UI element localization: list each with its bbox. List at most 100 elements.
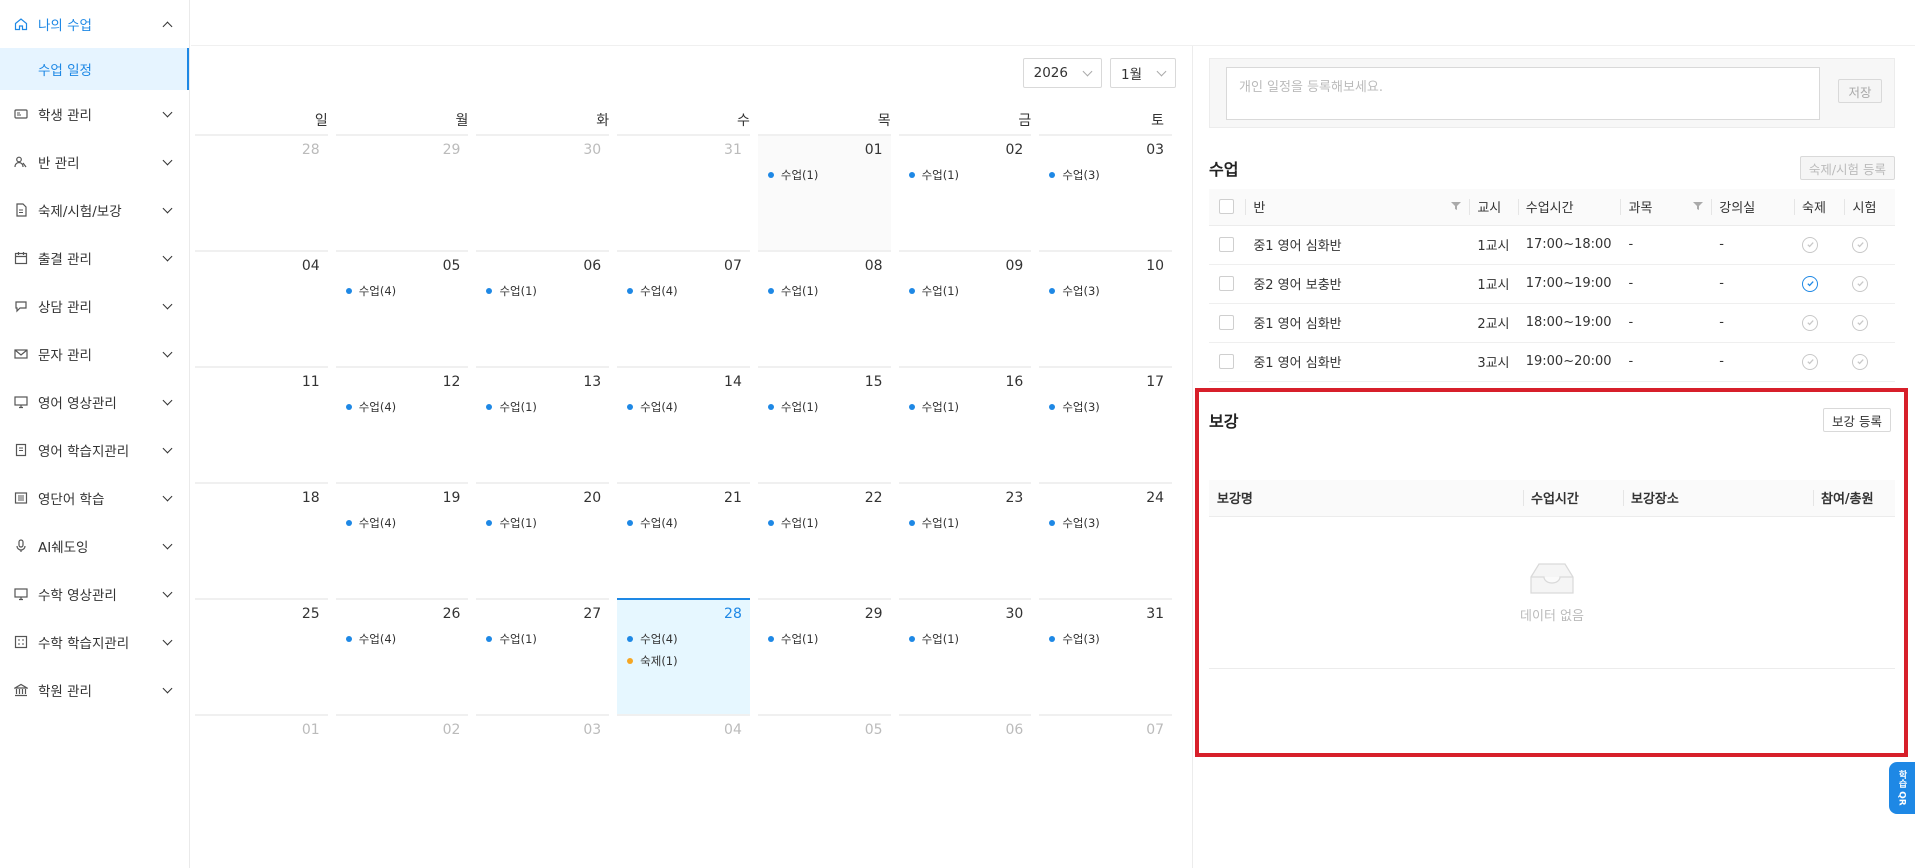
- calendar-day[interactable]: 07 수업(4): [617, 250, 750, 366]
- check-circle-icon[interactable]: [1852, 236, 1869, 253]
- sidebar-subitem-schedule[interactable]: 수업 일정: [0, 48, 189, 90]
- calendar-day[interactable]: 03: [476, 714, 610, 830]
- table-row[interactable]: 중2 영어 보충반 1교시 17:00~19:00- -: [1209, 264, 1895, 304]
- checkbox-cell[interactable]: [1209, 342, 1246, 382]
- memo-input[interactable]: 개인 일정을 등록해보세요.: [1226, 67, 1820, 120]
- sidebar-item-3[interactable]: 숙제/시험/보강: [0, 186, 189, 234]
- calendar-day[interactable]: 19 수업(4): [335, 482, 469, 598]
- cell-test[interactable]: [1844, 225, 1895, 265]
- calendar-day[interactable]: 24 수업(3): [1039, 482, 1173, 598]
- floating-qr-button[interactable]: 학습 QR: [1889, 762, 1915, 814]
- calendar-day[interactable]: 14 수업(4): [617, 366, 750, 482]
- cell-homework[interactable]: [1794, 264, 1845, 304]
- calendar-day[interactable]: 01 수업(1): [757, 134, 891, 250]
- check-circle-icon[interactable]: [1802, 275, 1819, 292]
- calendar-day[interactable]: 09 수업(1): [898, 250, 1032, 366]
- calendar-day[interactable]: 20 수업(1): [476, 482, 610, 598]
- sidebar-item-8[interactable]: 영어 학습지관리: [0, 426, 189, 474]
- sidebar-item-13[interactable]: 학원 관리: [0, 666, 189, 714]
- calendar-day[interactable]: 16 수업(1): [898, 366, 1032, 482]
- makeup-register-button[interactable]: 보강 등록: [1823, 408, 1891, 432]
- filter-icon[interactable]: [1693, 201, 1704, 211]
- sidebar-item-12[interactable]: 수학 학습지관리: [0, 618, 189, 666]
- sidebar-item-11[interactable]: 수학 영상관리: [0, 570, 189, 618]
- calendar-event[interactable]: 수업(1): [907, 630, 1024, 648]
- calendar-event[interactable]: 수업(1): [907, 166, 1024, 184]
- calendar-day[interactable]: 15 수업(1): [757, 366, 891, 482]
- calendar-day[interactable]: 13 수업(1): [476, 366, 610, 482]
- row-checkbox[interactable]: [1219, 315, 1234, 330]
- calendar-event[interactable]: 수업(1): [484, 630, 601, 648]
- calendar-day[interactable]: 29 수업(1): [757, 598, 891, 714]
- calendar-event[interactable]: 수업(1): [484, 282, 601, 300]
- calendar-day[interactable]: 25: [195, 598, 328, 714]
- calendar-day[interactable]: 30: [476, 134, 610, 250]
- calendar-event[interactable]: 수업(1): [766, 398, 883, 416]
- homework-test-register-button[interactable]: 숙제/시험 등록: [1799, 156, 1895, 180]
- calendar-event[interactable]: 수업(3): [1047, 398, 1164, 416]
- calendar-day[interactable]: 12 수업(4): [335, 366, 469, 482]
- calendar-event[interactable]: 수업(1): [766, 514, 883, 532]
- check-circle-icon[interactable]: [1852, 275, 1869, 292]
- year-select[interactable]: 2026: [1022, 58, 1102, 88]
- check-circle-icon[interactable]: [1852, 353, 1869, 370]
- cell-test[interactable]: [1844, 264, 1895, 304]
- calendar-day[interactable]: 18: [195, 482, 328, 598]
- calendar-day[interactable]: 22 수업(1): [757, 482, 891, 598]
- calendar-event[interactable]: 수업(3): [1047, 166, 1164, 184]
- check-circle-icon[interactable]: [1802, 314, 1819, 331]
- month-select[interactable]: 1월: [1109, 58, 1176, 88]
- checkbox-cell[interactable]: [1209, 303, 1246, 343]
- calendar-day[interactable]: 06 수업(1): [476, 250, 610, 366]
- memo-save-button[interactable]: 저장: [1838, 79, 1882, 103]
- table-row[interactable]: 중1 영어 심화반 2교시 18:00~19:00- -: [1209, 303, 1895, 343]
- calendar-event[interactable]: 수업(4): [344, 630, 461, 648]
- calendar-event[interactable]: 수업(4): [625, 282, 742, 300]
- calendar-day[interactable]: 03 수업(3): [1039, 134, 1173, 250]
- calendar-event[interactable]: 수업(1): [907, 282, 1024, 300]
- calendar-day[interactable]: 30 수업(1): [898, 598, 1032, 714]
- table-row[interactable]: 중1 영어 심화반 3교시 19:00~20:00- -: [1209, 342, 1895, 382]
- calendar-event[interactable]: 수업(1): [766, 282, 883, 300]
- cell-homework[interactable]: [1794, 303, 1845, 343]
- sidebar-item-0[interactable]: 나의 수업: [0, 0, 189, 48]
- calendar-event[interactable]: 수업(1): [484, 398, 601, 416]
- sidebar-item-5[interactable]: 상담 관리: [0, 282, 189, 330]
- calendar-event[interactable]: 수업(4): [344, 514, 461, 532]
- cell-homework[interactable]: [1794, 342, 1845, 382]
- table-row[interactable]: 중1 영어 심화반 1교시 17:00~18:00- -: [1209, 225, 1895, 265]
- checkbox-cell[interactable]: [1209, 225, 1246, 265]
- calendar-event[interactable]: 수업(4): [625, 514, 742, 532]
- cell-homework[interactable]: [1794, 225, 1845, 265]
- calendar-event[interactable]: 수업(1): [907, 514, 1024, 532]
- calendar-day[interactable]: 07: [1039, 714, 1173, 830]
- cell-test[interactable]: [1844, 303, 1895, 343]
- calendar-event[interactable]: 수업(4): [344, 282, 461, 300]
- calendar-day[interactable]: 31 수업(3): [1039, 598, 1173, 714]
- calendar-day[interactable]: 04: [617, 714, 750, 830]
- row-checkbox[interactable]: [1219, 237, 1234, 252]
- calendar-event[interactable]: 수업(1): [484, 514, 601, 532]
- check-circle-icon[interactable]: [1802, 353, 1819, 370]
- calendar-event[interactable]: 수업(1): [907, 398, 1024, 416]
- calendar-event[interactable]: 수업(1): [766, 166, 883, 184]
- filter-icon[interactable]: [1451, 201, 1462, 211]
- calendar-day[interactable]: 06: [898, 714, 1032, 830]
- calendar-day[interactable]: 17 수업(3): [1039, 366, 1173, 482]
- calendar-day[interactable]: 11: [195, 366, 328, 482]
- calendar-day[interactable]: 02: [335, 714, 469, 830]
- calendar-day[interactable]: 23 수업(1): [898, 482, 1032, 598]
- calendar-event[interactable]: 수업(3): [1047, 514, 1164, 532]
- row-checkbox[interactable]: [1219, 276, 1234, 291]
- calendar-day[interactable]: 02 수업(1): [898, 134, 1032, 250]
- sidebar-item-1[interactable]: 학생 관리: [0, 90, 189, 138]
- row-checkbox[interactable]: [1219, 354, 1234, 369]
- calendar-event[interactable]: 수업(1): [766, 630, 883, 648]
- calendar-day[interactable]: 10 수업(3): [1039, 250, 1173, 366]
- calendar-day[interactable]: 05 수업(4): [335, 250, 469, 366]
- sidebar-item-9[interactable]: 영단어 학습: [0, 474, 189, 522]
- calendar-day[interactable]: 27 수업(1): [476, 598, 610, 714]
- select-all-checkbox[interactable]: [1219, 199, 1234, 215]
- calendar-day[interactable]: 05: [757, 714, 891, 830]
- calendar-event[interactable]: 수업(4): [344, 398, 461, 416]
